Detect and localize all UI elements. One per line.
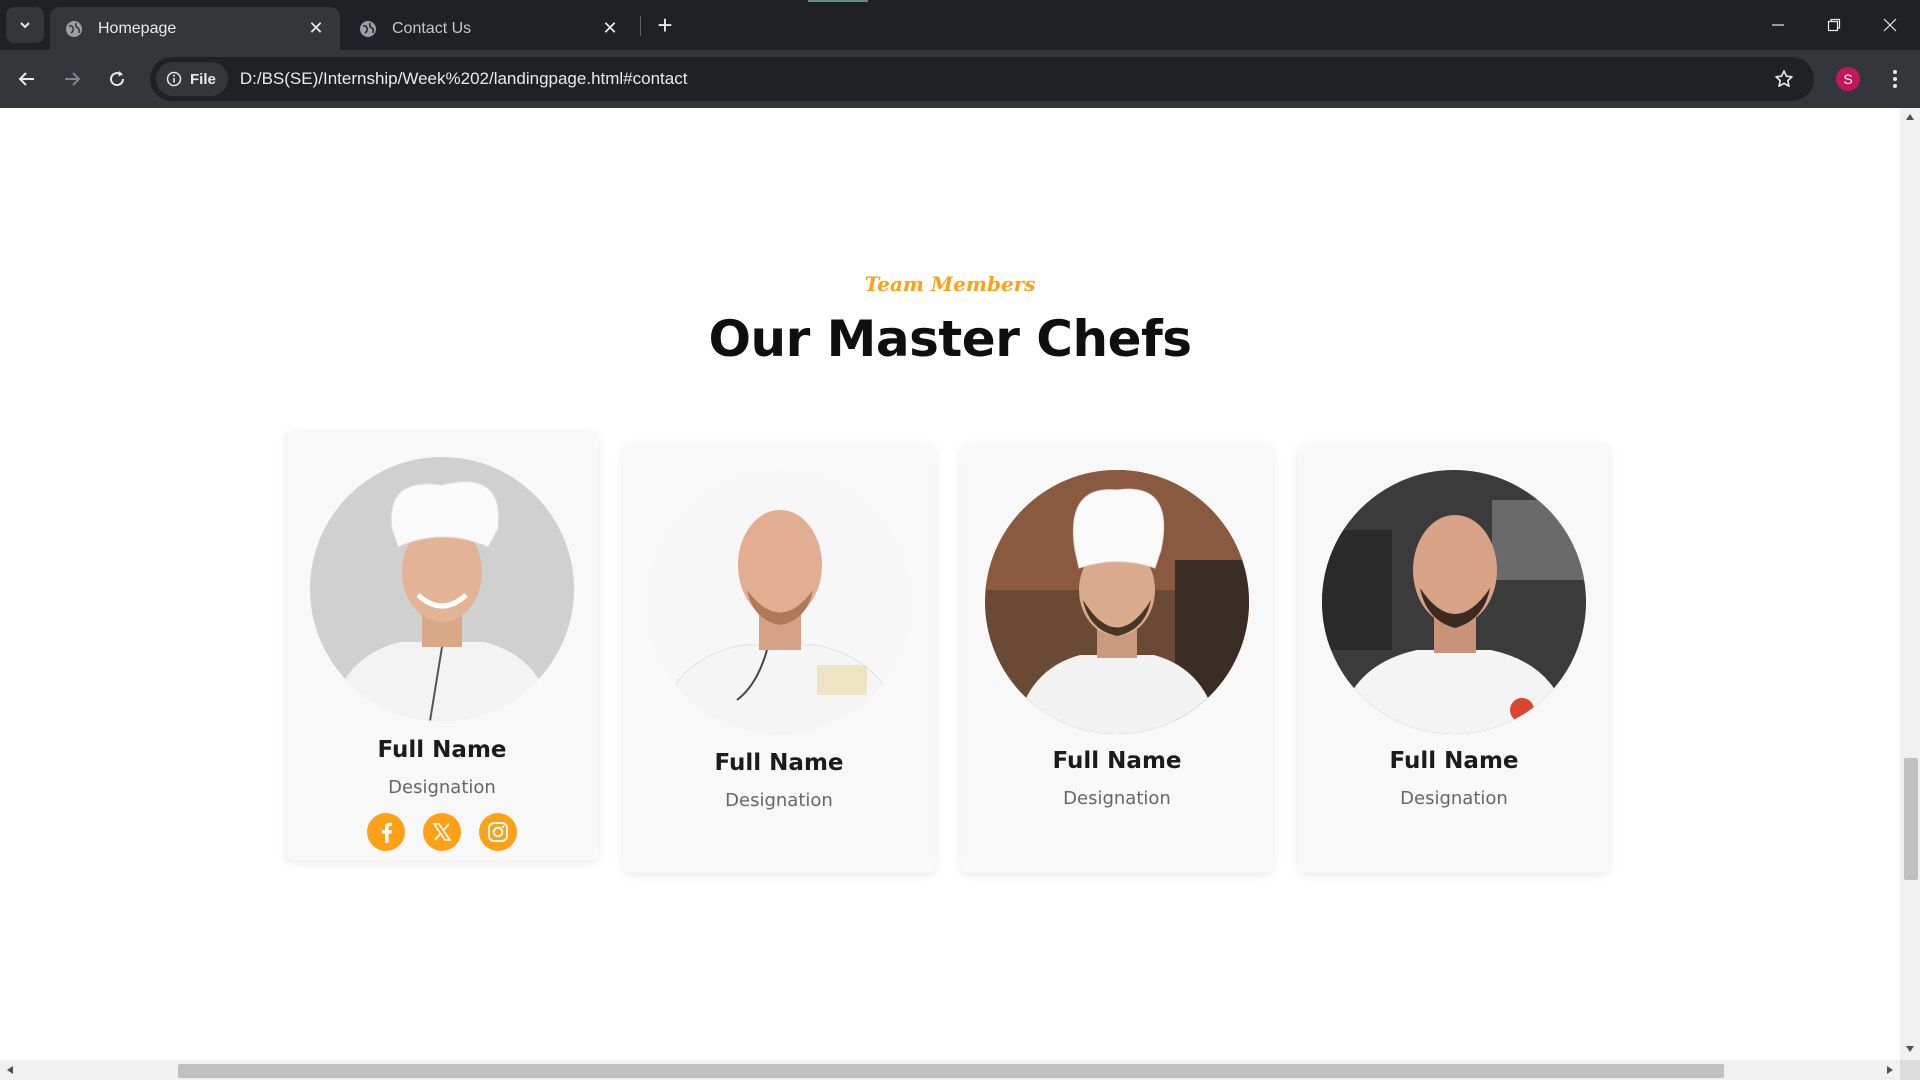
forward-button[interactable] <box>55 62 89 96</box>
instagram-link[interactable] <box>479 813 517 851</box>
chef-name: Full Name <box>714 750 844 776</box>
tab-separator <box>640 16 641 36</box>
tab-title: Homepage <box>98 19 177 37</box>
tab-homepage[interactable]: Homepage ✕ <box>50 7 340 50</box>
address-bar[interactable]: File D:/BS(SE)/Internship/Week%202/landi… <box>150 57 1814 101</box>
plus-icon: + <box>657 9 673 40</box>
reload-button[interactable] <box>100 62 134 96</box>
scroll-left-arrow[interactable] <box>0 1061 20 1079</box>
chef-photo <box>1322 470 1586 734</box>
chef-designation: Designation <box>1063 788 1171 809</box>
more-vertical-icon <box>1893 70 1897 88</box>
chef-photo <box>985 470 1249 734</box>
site-info-chip[interactable]: File <box>156 62 228 96</box>
chef-name: Full Name <box>1052 748 1182 774</box>
restore-icon <box>1827 18 1841 32</box>
restore-button[interactable] <box>1806 0 1862 50</box>
scroll-up-arrow[interactable] <box>1900 108 1920 126</box>
instagram-icon <box>488 822 508 842</box>
globe-icon <box>66 20 82 37</box>
horizontal-scroll-thumb[interactable] <box>178 1064 1724 1078</box>
triangle-right-icon <box>1887 1066 1893 1074</box>
security-chip-label: File <box>190 70 216 88</box>
triangle-up-icon <box>1906 114 1914 120</box>
chef-designation: Designation <box>725 790 833 811</box>
browser-toolbar: File D:/BS(SE)/Internship/Week%202/landi… <box>0 50 1920 108</box>
chef-card[interactable]: Full Name Designation <box>1298 444 1610 873</box>
bookmark-button[interactable] <box>1764 59 1804 99</box>
x-link[interactable] <box>423 813 461 851</box>
url-text[interactable]: D:/BS(SE)/Internship/Week%202/landingpag… <box>240 69 1764 89</box>
chef-name: Full Name <box>377 737 507 763</box>
chef-name: Full Name <box>1389 748 1519 774</box>
close-window-button[interactable] <box>1862 0 1918 50</box>
chevron-down-icon <box>20 22 30 29</box>
minimize-button[interactable] <box>1750 0 1806 50</box>
tab-search-button[interactable] <box>6 7 44 43</box>
minimize-icon <box>1772 24 1784 26</box>
scrollbar-corner <box>1900 1060 1920 1080</box>
scroll-down-arrow[interactable] <box>1900 1040 1920 1058</box>
close-icon <box>1883 18 1897 32</box>
triangle-left-icon <box>7 1066 13 1074</box>
browser-tab-bar: Homepage ✕ Contact Us ✕ + <box>0 0 1920 50</box>
arrow-right-icon <box>65 72 81 86</box>
info-icon <box>166 71 182 87</box>
tab-contact-us[interactable]: Contact Us ✕ <box>344 7 634 50</box>
reload-icon <box>110 71 125 87</box>
close-icon[interactable]: ✕ <box>600 18 620 39</box>
tab-strip-indicator <box>808 0 868 2</box>
new-tab-button[interactable]: + <box>650 10 680 40</box>
chef-photo <box>647 470 911 734</box>
globe-icon <box>360 20 376 37</box>
scroll-right-arrow[interactable] <box>1880 1061 1900 1079</box>
chef-designation: Designation <box>388 777 496 798</box>
chef-card[interactable]: Full Name Designation <box>961 444 1273 873</box>
tab-title: Contact Us <box>392 19 472 37</box>
star-icon <box>1775 70 1793 87</box>
triangle-down-icon <box>1906 1046 1914 1052</box>
close-icon[interactable]: ✕ <box>306 18 326 39</box>
facebook-icon <box>382 822 392 843</box>
chef-card[interactable]: Full Name Designation <box>286 431 598 861</box>
chef-photo <box>310 457 574 721</box>
vertical-scrollbar[interactable] <box>1900 108 1920 1060</box>
back-button[interactable] <box>10 62 44 96</box>
arrow-left-icon <box>18 72 34 86</box>
section-title: Our Master Chefs <box>708 310 1192 368</box>
social-links <box>286 813 598 851</box>
browser-menu-button[interactable] <box>1880 64 1910 94</box>
horizontal-scrollbar[interactable] <box>0 1060 1900 1080</box>
section-subtitle: Team Members <box>864 272 1036 296</box>
x-icon <box>432 823 452 841</box>
vertical-scroll-thumb[interactable] <box>1904 758 1918 880</box>
facebook-link[interactable] <box>367 813 405 851</box>
page-viewport: Team Members Our Master Chefs Full Name … <box>0 108 1900 1060</box>
chef-designation: Designation <box>1400 788 1508 809</box>
chef-card[interactable]: Full Name Designation <box>623 444 935 873</box>
profile-avatar[interactable]: S <box>1836 67 1860 91</box>
